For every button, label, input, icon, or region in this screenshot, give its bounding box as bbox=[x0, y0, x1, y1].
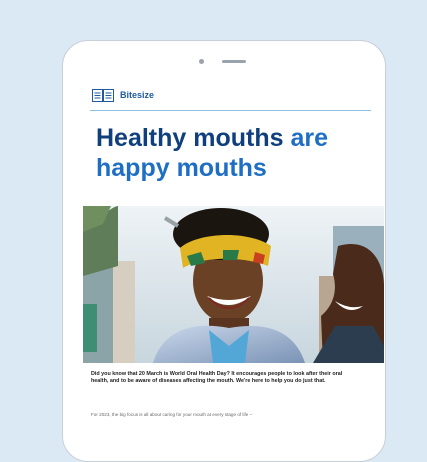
title-part-dark: Healthy mouths bbox=[96, 124, 284, 152]
tablet-frame: Bitesize Healthy mouths are happy mouths bbox=[62, 40, 386, 462]
title-part-line2: happy mouths bbox=[96, 154, 267, 182]
book-icon bbox=[92, 88, 114, 102]
title-part-accent: are bbox=[290, 124, 329, 152]
brand-logo[interactable]: Bitesize bbox=[92, 87, 154, 103]
intro-paragraph: Did you know that 20 March is World Oral… bbox=[91, 371, 343, 384]
header-divider bbox=[90, 110, 371, 111]
speaker-slot bbox=[222, 60, 246, 63]
camera-dot bbox=[199, 59, 204, 64]
brand-name: Bitesize bbox=[120, 90, 155, 100]
teaser-paragraph: For 2023, the big focus is all about car… bbox=[91, 412, 253, 417]
hero-photo bbox=[83, 206, 384, 363]
page-title: Healthy mouths are happy mouths bbox=[96, 123, 366, 183]
